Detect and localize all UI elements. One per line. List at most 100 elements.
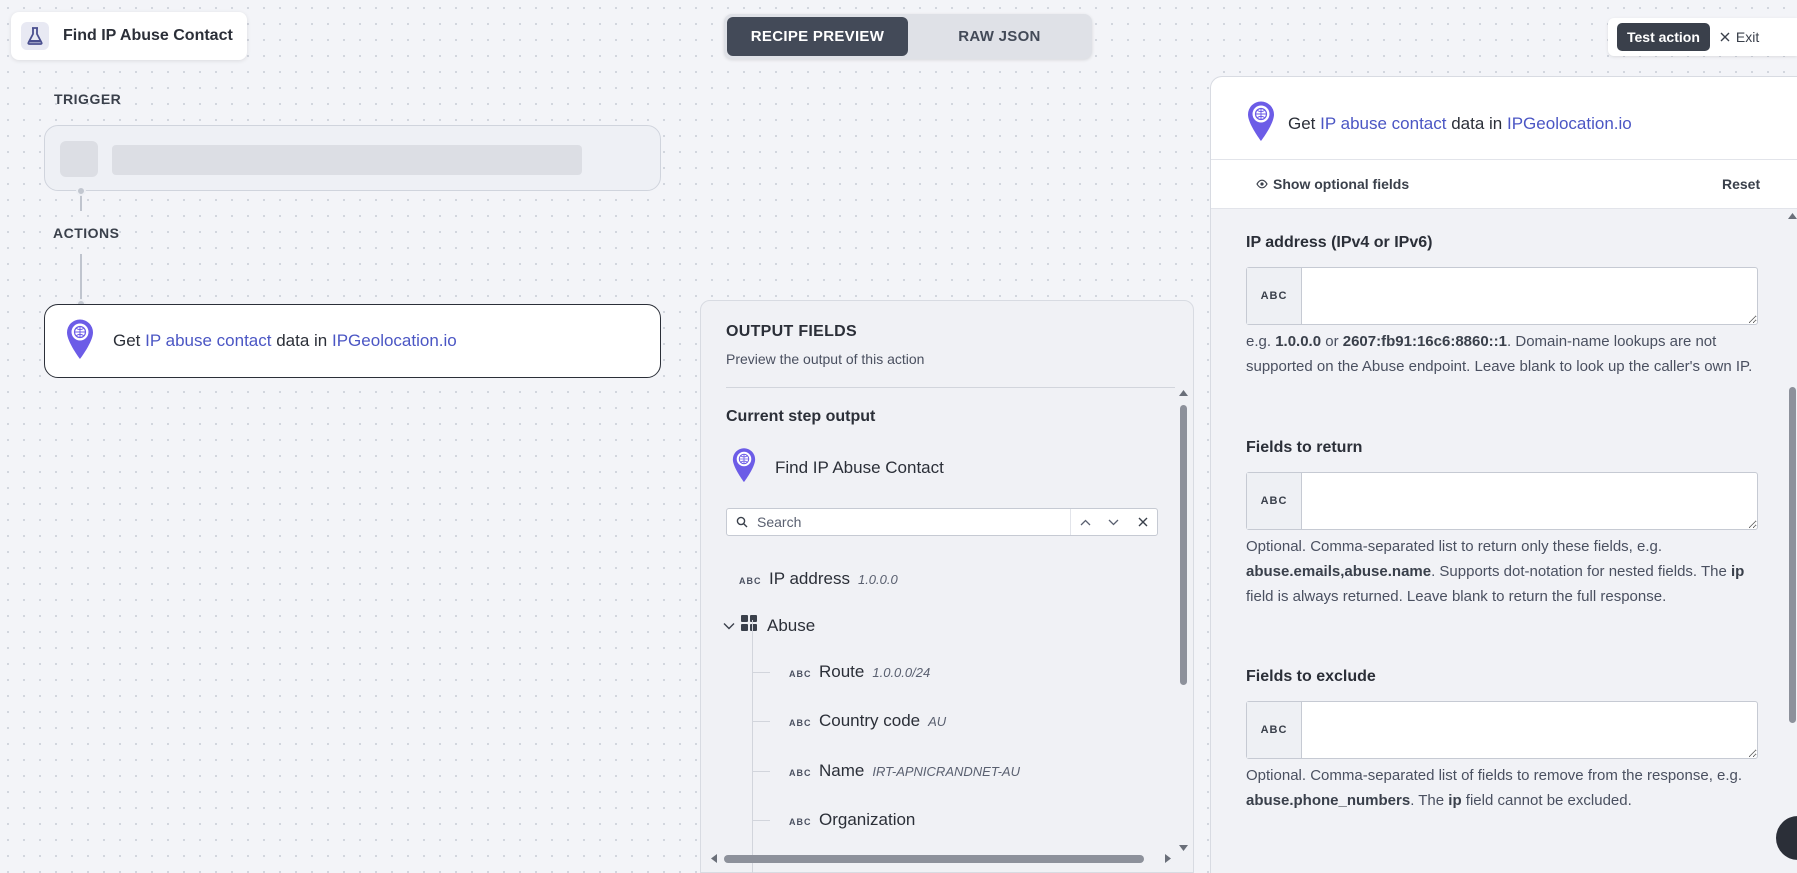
connector-line xyxy=(80,254,82,302)
output-field-route[interactable]: ABC Route 1.0.0.0/24 xyxy=(789,662,930,682)
field-name: Name xyxy=(819,761,865,780)
reset-button[interactable]: Reset xyxy=(1722,176,1760,192)
location-pin-icon xyxy=(65,318,95,365)
scroll-down-arrow-icon[interactable] xyxy=(1179,845,1188,851)
config-app-link[interactable]: IPGeolocation.io xyxy=(1507,114,1632,133)
output-field-organization[interactable]: ABC Organization xyxy=(789,810,923,830)
field-name: Country code xyxy=(819,711,921,730)
chevron-up-icon[interactable] xyxy=(1070,509,1099,535)
field-name: Route xyxy=(819,662,865,681)
eye-icon xyxy=(1256,176,1268,192)
trigger-text-placeholder xyxy=(112,145,582,175)
config-header: Get IP abuse contact data in IPGeolocati… xyxy=(1246,100,1632,147)
current-step-row: Find IP Abuse Contact xyxy=(731,447,944,488)
action-object-link[interactable]: IP abuse contact xyxy=(145,331,271,350)
current-step-name: Find IP Abuse Contact xyxy=(775,457,944,477)
exit-button[interactable]: Exit xyxy=(1720,29,1759,45)
fields-to-exclude-hint: Optional. Comma-separated list of fields… xyxy=(1246,767,1743,809)
text-type-icon: ABC xyxy=(789,768,812,778)
action-config-panel: Get IP abuse contact data in IPGeolocati… xyxy=(1210,76,1797,873)
fields-to-exclude-input[interactable]: ABC xyxy=(1246,701,1758,759)
location-pin-icon xyxy=(1246,100,1276,147)
action-app-link[interactable]: IPGeolocation.io xyxy=(332,331,457,350)
current-step-heading: Current step output xyxy=(726,408,876,425)
field-label-fields-to-exclude: Fields to exclude xyxy=(1246,668,1376,685)
tree-guide-line xyxy=(752,620,753,873)
fields-to-return-textarea[interactable] xyxy=(1302,473,1757,529)
exit-label: Exit xyxy=(1735,29,1760,45)
text-type-icon: ABC xyxy=(1247,702,1302,758)
text-type-icon: ABC xyxy=(739,576,762,586)
config-object-link[interactable]: IP abuse contact xyxy=(1320,114,1446,133)
show-optional-fields-label: Show optional fields xyxy=(1273,176,1410,192)
output-field-ip-address[interactable]: ABC IP address 1.0.0.0 xyxy=(739,569,898,589)
scrollbar-thumb[interactable] xyxy=(1789,387,1796,723)
config-fields-area: IP address (IPv4 or IPv6) ABC e.g. 1.0.0… xyxy=(1211,209,1797,873)
output-fields-panel: OUTPUT FIELDS Preview the output of this… xyxy=(700,300,1194,873)
tab-raw-json[interactable]: RAW JSON xyxy=(912,17,1087,56)
field-sample-value: 1.0.0.0/24 xyxy=(872,665,931,680)
object-type-icon xyxy=(741,615,757,636)
trigger-icon-placeholder xyxy=(60,141,98,177)
field-sample-value: IRT-APNICRANDNET-AU xyxy=(872,764,1020,779)
scroll-up-arrow-icon[interactable] xyxy=(1788,213,1797,219)
config-scrollbar[interactable] xyxy=(1786,209,1797,873)
scrollbar-thumb[interactable] xyxy=(724,855,1144,863)
text-type-icon: ABC xyxy=(1247,268,1302,324)
text-type-icon: ABC xyxy=(789,718,812,728)
action-step-card[interactable]: Get IP abuse contact data in IPGeolocati… xyxy=(44,304,661,378)
tree-branch xyxy=(752,771,770,772)
text-type-icon: ABC xyxy=(1247,473,1302,529)
divider xyxy=(1211,159,1797,160)
scroll-up-arrow-icon[interactable] xyxy=(1179,390,1188,396)
scrollbar-thumb[interactable] xyxy=(1180,405,1187,685)
ip-address-input[interactable]: ABC xyxy=(1246,267,1758,325)
recipe-title: Find IP Abuse Contact xyxy=(63,27,233,44)
ip-address-textarea[interactable] xyxy=(1302,268,1757,324)
text-type-icon: ABC xyxy=(789,669,812,679)
output-search-input[interactable] xyxy=(757,510,1070,534)
actions-label: ACTIONS xyxy=(53,225,120,241)
tab-recipe-preview[interactable]: RECIPE PREVIEW xyxy=(727,17,908,56)
vertical-scrollbar[interactable] xyxy=(1177,387,1189,857)
tree-branch xyxy=(752,672,770,673)
output-search-box xyxy=(726,508,1158,536)
view-toggle: RECIPE PREVIEW RAW JSON xyxy=(724,14,1092,59)
output-fields-subtitle: Preview the output of this action xyxy=(726,351,925,367)
config-title: Get IP abuse contact data in IPGeolocati… xyxy=(1288,113,1632,133)
field-sample-value: AU xyxy=(928,714,947,729)
ip-address-hint: e.g. 1.0.0.0 or 2607:fb91:16c6:8860::1. … xyxy=(1246,333,1753,375)
trigger-card-placeholder[interactable] xyxy=(44,125,661,191)
scroll-left-arrow-icon[interactable] xyxy=(711,854,717,863)
field-name: Organization xyxy=(819,810,916,829)
action-step-title: Get IP abuse contact data in IPGeolocati… xyxy=(113,331,457,350)
test-action-button[interactable]: Test action xyxy=(1617,23,1710,51)
location-pin-icon xyxy=(731,447,757,488)
clear-search-icon[interactable] xyxy=(1128,509,1157,535)
top-right-actions: Test action Exit xyxy=(1608,18,1797,56)
text-type-icon: ABC xyxy=(789,817,812,827)
output-group-abuse[interactable]: Abuse xyxy=(723,615,815,636)
output-field-name[interactable]: ABC Name IRT-APNICRANDNET-AU xyxy=(789,761,1020,781)
output-fields-title: OUTPUT FIELDS xyxy=(726,323,858,340)
horizontal-scrollbar[interactable] xyxy=(711,849,1171,867)
field-sample-value: 1.0.0.0 xyxy=(857,572,898,587)
recipe-title-chip[interactable]: Find IP Abuse Contact xyxy=(11,12,247,60)
chevron-down-icon[interactable] xyxy=(723,617,735,635)
output-field-country-code[interactable]: ABC Country code AU xyxy=(789,711,946,731)
fields-to-return-hint: Optional. Comma-separated list to return… xyxy=(1246,538,1745,605)
show-optional-fields-button[interactable]: Show optional fields xyxy=(1256,176,1409,192)
field-label-ip-address: IP address (IPv4 or IPv6) xyxy=(1246,234,1433,251)
chevron-down-icon[interactable] xyxy=(1099,509,1128,535)
divider xyxy=(726,387,1175,388)
group-name: Abuse xyxy=(767,615,816,635)
fields-to-exclude-textarea[interactable] xyxy=(1302,702,1757,758)
fields-to-return-input[interactable]: ABC xyxy=(1246,472,1758,530)
connector-dot xyxy=(76,186,86,196)
trigger-label: TRIGGER xyxy=(54,91,122,107)
search-icon xyxy=(727,516,757,528)
field-label-fields-to-return: Fields to return xyxy=(1246,439,1363,456)
field-name: IP address xyxy=(769,569,850,588)
scroll-right-arrow-icon[interactable] xyxy=(1165,854,1171,863)
flask-icon xyxy=(21,22,49,50)
